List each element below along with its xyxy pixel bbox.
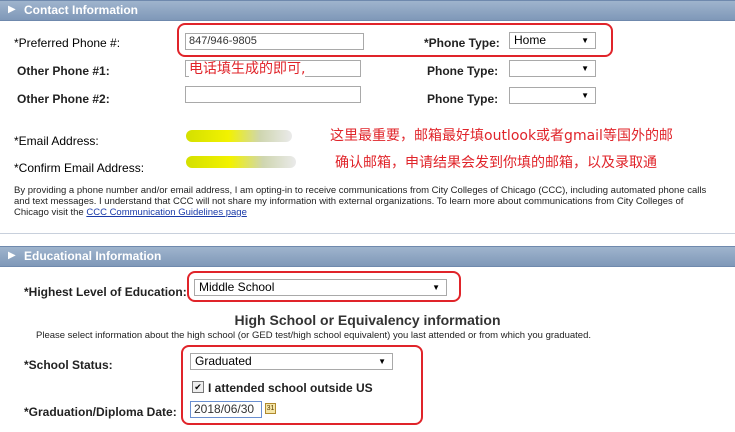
- guidelines-link[interactable]: CCC Communication Guidelines page: [86, 207, 247, 218]
- other-phone2-label: Other Phone #2:: [17, 92, 110, 106]
- phone-annotation: 电话填生成的即可,: [189, 61, 306, 77]
- other-phone1-label: Other Phone #1:: [17, 64, 110, 78]
- school-status-label: *School Status:: [24, 358, 113, 372]
- triangle-right-icon: ▶: [8, 250, 16, 261]
- communication-notice: By providing a phone number and/or email…: [14, 185, 719, 218]
- triangle-right-icon: ▶: [8, 4, 16, 15]
- confirm-email-annotation: 确认邮箱，申请结果会发到你填的邮箱，以及录取通: [335, 155, 657, 171]
- grad-date-label: *Graduation/Diploma Date:: [24, 405, 177, 419]
- hs-section-title: High School or Equivalency information: [234, 312, 501, 328]
- other-phone2-input[interactable]: [185, 86, 361, 103]
- educational-information-header[interactable]: ▶ Educational Information: [0, 246, 735, 267]
- preferred-phone-label: *Preferred Phone #:: [14, 36, 121, 50]
- highest-level-highlight: [187, 271, 461, 302]
- phone-type1-label: Phone Type:: [427, 64, 499, 78]
- hs-instruction: Please select information about the high…: [36, 330, 592, 341]
- phone-type1-select[interactable]: ▼: [509, 60, 596, 77]
- confirm-email-label: *Confirm Email Address:: [14, 161, 145, 175]
- confirm-email-input[interactable]: [186, 156, 296, 168]
- email-label: *Email Address:: [14, 134, 99, 148]
- preferred-phone-highlight: [177, 23, 613, 57]
- email-input[interactable]: [186, 130, 292, 142]
- chevron-down-icon: ▼: [581, 91, 589, 100]
- email-annotation: 这里最重要，邮箱最好填outlook或者gmail等国外的邮: [330, 128, 673, 144]
- phone-type2-label: Phone Type:: [427, 92, 499, 106]
- chevron-down-icon: ▼: [581, 64, 589, 73]
- divider: [0, 233, 735, 234]
- section-title: Educational Information: [24, 249, 162, 263]
- section-title: Contact Information: [24, 3, 138, 17]
- highest-level-label: *Highest Level of Education:: [24, 285, 187, 299]
- contact-information-header[interactable]: ▶ Contact Information: [0, 0, 735, 21]
- school-info-highlight: [181, 345, 423, 425]
- phone-type2-select[interactable]: ▼: [509, 87, 596, 104]
